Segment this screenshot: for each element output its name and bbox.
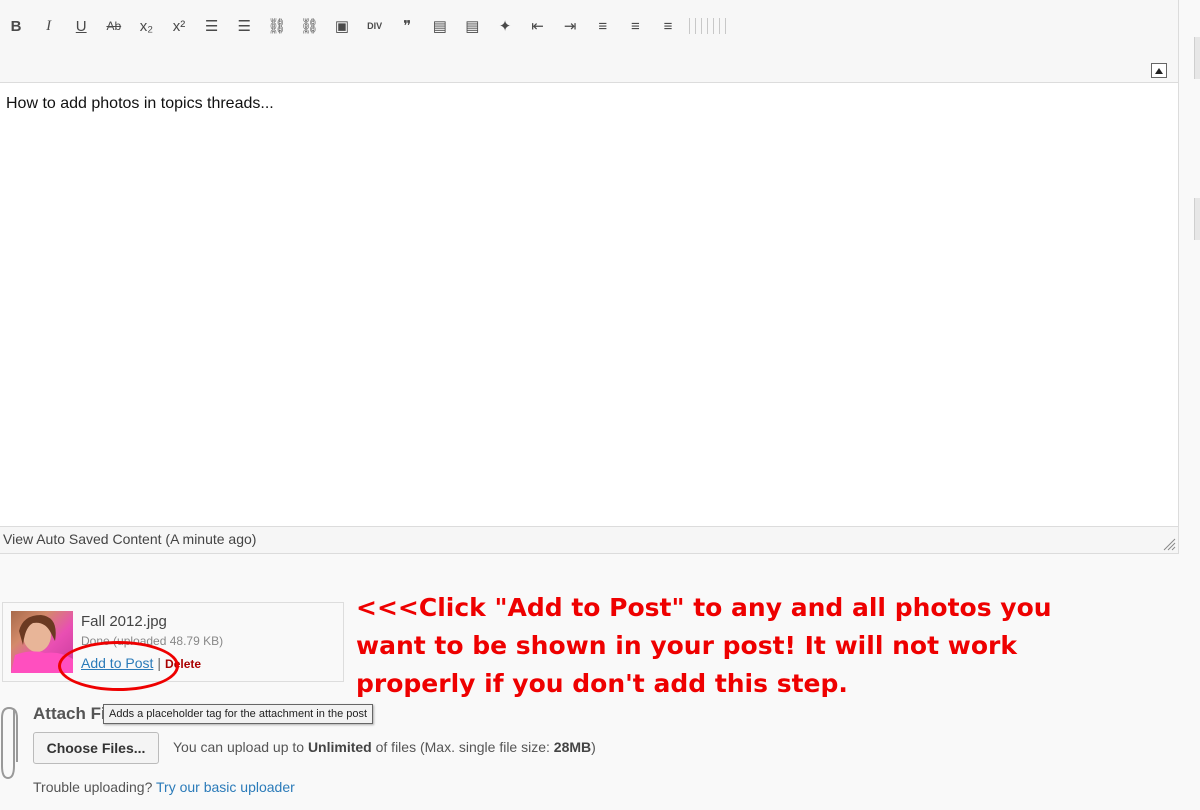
subscript-icon: x₂ (139, 17, 154, 35)
add-to-post-tooltip: Adds a placeholder tag for the attachmen… (103, 704, 374, 724)
toolbar-button-row: B I U Ab x₂ x² ☰ ☰ ⛓ ⛓ ▣ DIV ❞ ▤ ▤ ✦ ⇤ ⇥ ≡ ≡ ≡ (0, 12, 760, 40)
attachment-file-name: Fall 2012.jpg (81, 613, 167, 630)
twitter-button[interactable]: ✦ (491, 12, 519, 40)
upload-info-limit: Unlimited (307, 739, 372, 755)
table-button[interactable]: ▤ (426, 12, 454, 40)
div-button[interactable]: DIV (361, 12, 389, 40)
align-left-button[interactable]: ≡ (589, 12, 617, 40)
upload-info-size: 28MB (553, 739, 592, 755)
align-left-icon: ≡ (598, 17, 608, 35)
editor-text: How to add photos in topics threads... (6, 95, 274, 112)
instruction-annotation: <<<Click "Add to Post" to any and all ph… (356, 593, 1052, 698)
editor-content-area[interactable]: How to add photos in topics threads... (0, 83, 1179, 526)
scrollbar-segment[interactable] (1194, 198, 1200, 240)
unlink-icon: ⛓ (299, 18, 319, 35)
superscript-icon: x² (172, 17, 186, 35)
link-icon: ⛓ (267, 18, 287, 35)
table-icon: ▤ (432, 18, 447, 35)
upload-info-middle: of files (Max. single file size: (371, 739, 554, 755)
bold-button[interactable]: B (2, 12, 30, 40)
twitter-icon: ✦ (498, 18, 512, 35)
upload-info-prefix: You can upload up to (173, 739, 308, 755)
align-right-icon: ≡ (663, 17, 673, 35)
image-icon: ▣ (334, 18, 350, 35)
align-right-button[interactable]: ≡ (654, 12, 682, 40)
link-button[interactable]: ⛓ (263, 12, 291, 40)
table-row-button[interactable]: ▤ (458, 12, 486, 40)
underline-icon: U (75, 17, 87, 35)
bullet-list-button[interactable]: ☰ (198, 12, 226, 40)
paperclip-icon (0, 706, 18, 780)
toolbar-overflow-separator (688, 18, 729, 34)
align-center-icon: ≡ (631, 17, 640, 35)
align-center-button[interactable]: ≡ (621, 12, 649, 40)
trouble-text: Trouble uploading? (33, 779, 153, 795)
blockquote-button[interactable]: ❞ (393, 12, 421, 40)
italic-button[interactable]: I (35, 12, 63, 40)
choose-files-button[interactable]: Choose Files... (33, 732, 159, 764)
highlight-circle (58, 641, 179, 691)
numbered-list-button[interactable]: ☰ (230, 12, 258, 40)
scrollbar-segment[interactable] (1194, 37, 1200, 79)
numbered-list-icon: ☰ (237, 18, 251, 35)
editor-status-bar: View Auto Saved Content (A minute ago) (0, 526, 1179, 554)
div-icon: DIV (367, 21, 383, 31)
strikethrough-button[interactable]: Ab (100, 12, 128, 40)
unlink-button[interactable]: ⛓ (295, 12, 323, 40)
toolbar-collapse-button[interactable] (1151, 63, 1167, 78)
indent-button[interactable]: ⇥ (556, 12, 584, 40)
bullet-list-icon: ☰ (204, 18, 219, 35)
underline-button[interactable]: U (67, 12, 95, 40)
editor-toolbar: B I U Ab x₂ x² ☰ ☰ ⛓ ⛓ ▣ DIV ❞ ▤ ▤ ✦ ⇤ ⇥ ≡ ≡ ≡ (0, 0, 1179, 83)
indent-icon: ⇥ (563, 18, 577, 35)
outdent-icon: ⇤ (531, 18, 544, 35)
superscript-button[interactable]: x² (165, 12, 193, 40)
resize-handle-icon[interactable] (1162, 537, 1176, 551)
trouble-uploading: Trouble uploading? Try our basic uploade… (33, 779, 295, 795)
autosave-link[interactable]: View Auto Saved Content (A minute ago) (3, 531, 256, 547)
subscript-button[interactable]: x₂ (132, 12, 160, 40)
blockquote-icon: ❞ (403, 18, 412, 35)
table-row-icon: ▤ (465, 18, 480, 35)
image-button[interactable]: ▣ (328, 12, 356, 40)
upload-limit-info: You can upload up to Unlimited of files … (173, 739, 596, 755)
bold-icon: B (10, 17, 22, 35)
triangle-up-icon (1155, 67, 1163, 74)
strikethrough-icon: Ab (106, 19, 122, 33)
basic-uploader-link[interactable]: Try our basic uploader (156, 779, 295, 795)
outdent-button[interactable]: ⇤ (524, 12, 552, 40)
italic-icon: I (46, 17, 52, 34)
upload-info-suffix: ) (591, 739, 596, 755)
